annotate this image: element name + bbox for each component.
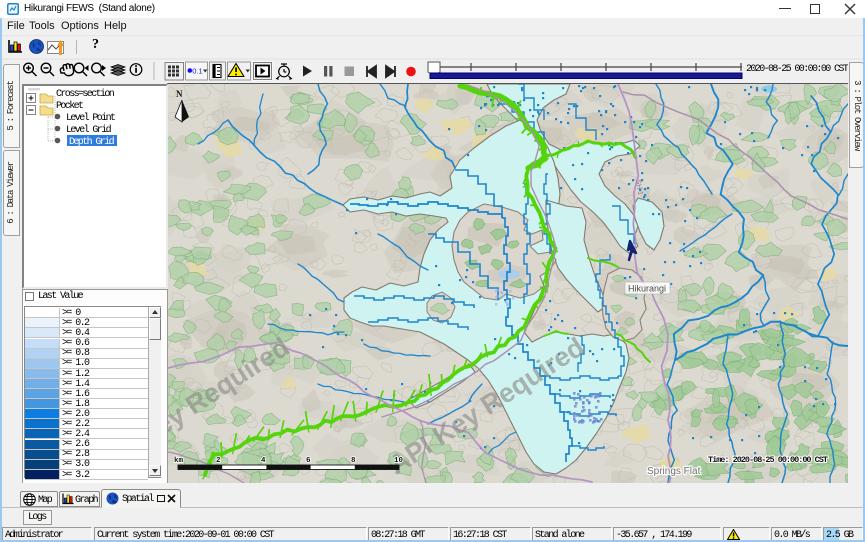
svg-text:10: 10 [394, 457, 404, 465]
svg-text:4: 4 [261, 457, 266, 465]
svg-text:8: 8 [351, 457, 356, 465]
svg-text:N: N [176, 89, 183, 99]
svg-text:km: km [174, 457, 184, 465]
svg-text:Springs Flat: Springs Flat [647, 466, 701, 477]
svg-text:Time: 2020-08-25 00:00:00 CST: Time: 2020-08-25 00:00:00 CST [708, 455, 828, 465]
svg-text:0.1: 0.1 [192, 66, 202, 75]
svg-text:Hikurangi: Hikurangi [628, 284, 666, 294]
svg-text:2: 2 [216, 457, 221, 465]
svg-text:6: 6 [306, 457, 311, 465]
